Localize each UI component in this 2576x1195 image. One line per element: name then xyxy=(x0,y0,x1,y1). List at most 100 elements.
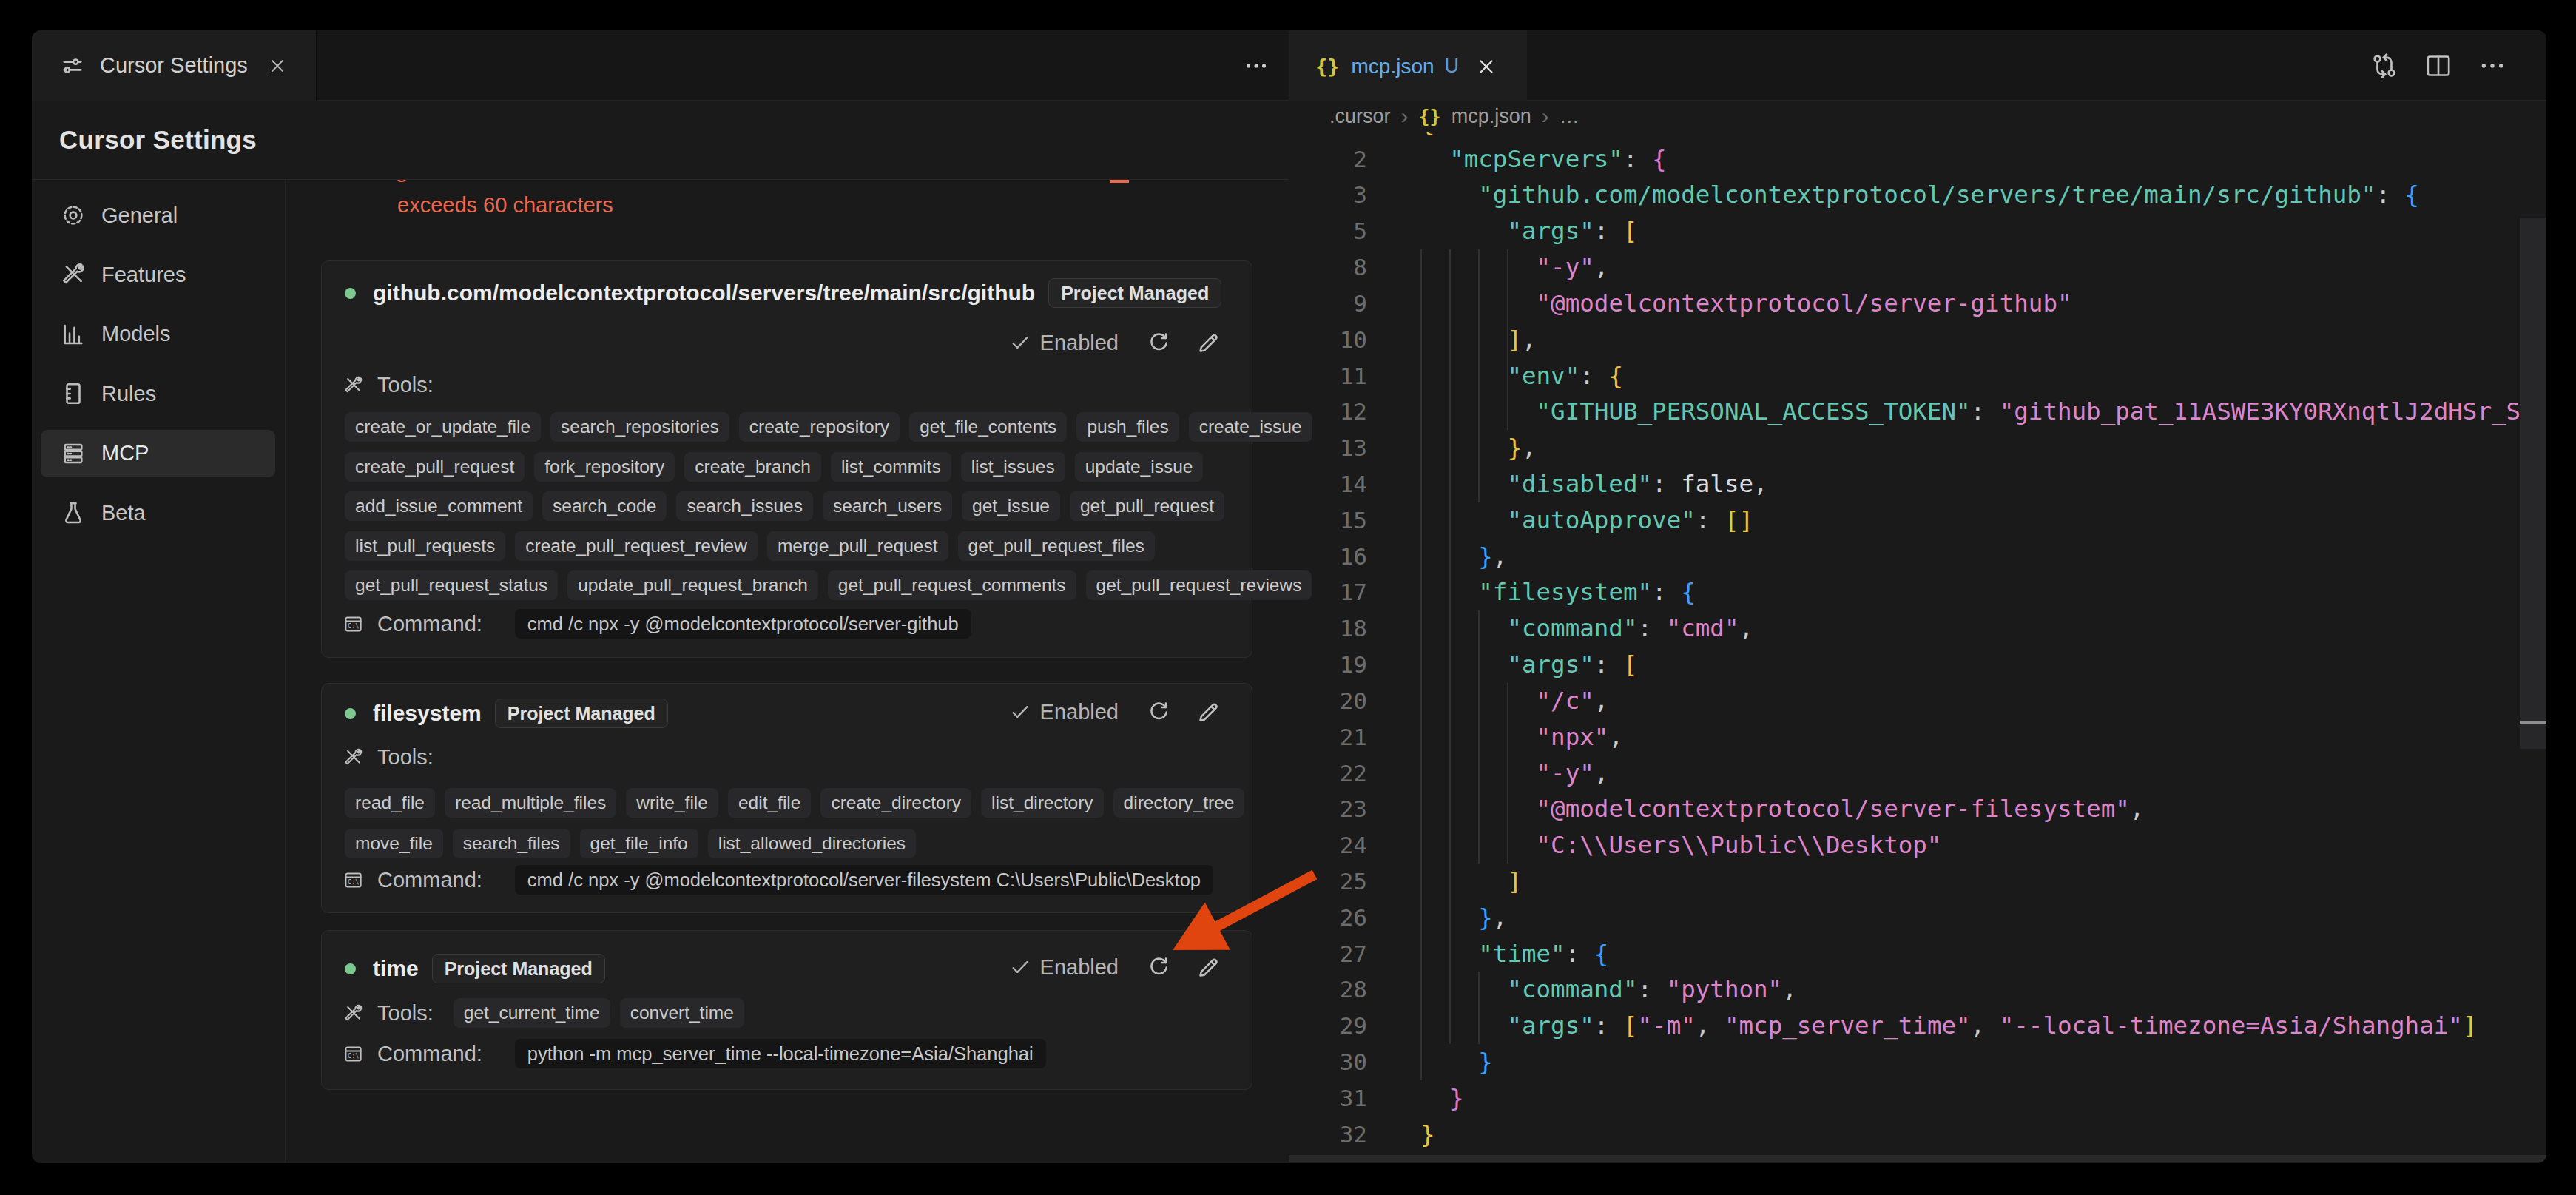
tool-chip: read_file xyxy=(345,788,435,818)
sidebar-item-label: Features xyxy=(101,263,186,287)
tools-icon xyxy=(343,1003,363,1023)
line-number: 27 xyxy=(1289,936,1367,972)
check-icon xyxy=(1009,331,1031,354)
code-line-12: 12 "GITHUB_PERSONAL_ACCESS_TOKEN": "gith… xyxy=(1289,394,2546,430)
chevron-right-icon: › xyxy=(1542,104,1549,129)
line-number: 23 xyxy=(1289,791,1367,827)
code-editor[interactable]: 1{2 "mcpServers": {3 "github.com/modelco… xyxy=(1289,30,2546,1163)
mcp-server-card-time: time Project Managed Enabled Tools: get_… xyxy=(321,930,1252,1090)
code-line-29: 29 "args": ["-m", "mcp_server_time", "--… xyxy=(1289,1008,2546,1044)
command-value: cmd /c npx -y @modelcontextprotocol/serv… xyxy=(515,865,1213,895)
code-line-23: 23 "@modelcontextprotocol/server-filesys… xyxy=(1289,791,2546,827)
command-value: cmd /c npx -y @modelcontextprotocol/serv… xyxy=(515,609,971,639)
tab-label: Cursor Settings xyxy=(100,53,248,78)
divider xyxy=(285,180,286,1163)
tool-chip: create_pull_request_review xyxy=(515,531,758,561)
line-number: 24 xyxy=(1289,827,1367,864)
sidebar-item-rules[interactable]: Rules xyxy=(41,370,275,417)
tool-chip: get_issue xyxy=(962,491,1060,521)
managed-badge: Project Managed xyxy=(432,954,605,983)
breadcrumb-more[interactable]: … xyxy=(1560,105,1579,128)
tool-chip: get_pull_request_comments xyxy=(828,570,1076,600)
refresh-icon[interactable] xyxy=(1147,955,1171,980)
editor-actions-more-icon[interactable] xyxy=(1223,30,1289,101)
sidebar-item-label: Beta xyxy=(101,501,146,525)
vertical-scrollbar[interactable] xyxy=(2520,218,2546,749)
edit-icon[interactable] xyxy=(1196,331,1221,355)
refresh-icon[interactable] xyxy=(1147,700,1171,724)
line-number: 32 xyxy=(1289,1117,1367,1153)
enabled-label[interactable]: Enabled xyxy=(1040,700,1119,724)
tool-chip: get_pull_request_status xyxy=(345,570,558,600)
code-line-16: 16 }, xyxy=(1289,539,2546,575)
edit-icon[interactable] xyxy=(1196,955,1221,980)
line-number: 19 xyxy=(1289,647,1367,683)
tool-chip: move_file xyxy=(345,829,443,858)
line-number: 22 xyxy=(1289,755,1367,792)
tool-chip-row: list_pull_requestscreate_pull_request_re… xyxy=(345,531,1155,561)
tool-chip: search_code xyxy=(542,491,667,521)
command-value: python -m mcp_server_time --local-timezo… xyxy=(515,1039,1046,1068)
code-line-27: 27 "time": { xyxy=(1289,936,2546,972)
sidebar-item-general[interactable]: General xyxy=(41,192,275,239)
tool-chip-row: create_or_update_filesearch_repositories… xyxy=(345,412,1312,442)
command-row: C:\ Command: python -m mcp_server_time -… xyxy=(343,1039,1046,1068)
line-number: 11 xyxy=(1289,358,1367,394)
line-number: 18 xyxy=(1289,610,1367,647)
line-number: 28 xyxy=(1289,972,1367,1008)
tab-cursor-settings[interactable]: Cursor Settings xyxy=(32,30,317,101)
clipped-error-fragment xyxy=(1110,180,1129,183)
close-tab-icon[interactable] xyxy=(267,55,288,76)
indent-guide xyxy=(1420,249,1422,1080)
line-number: 5 xyxy=(1289,213,1367,249)
code-line-26: 26 }, xyxy=(1289,900,2546,936)
tools-row: Tools: xyxy=(343,742,434,772)
line-number: 10 xyxy=(1289,322,1367,358)
sidebar-item-label: Models xyxy=(101,322,171,346)
check-icon xyxy=(1009,701,1031,723)
command-row: C:\ Command: cmd /c npx -y @modelcontext… xyxy=(343,865,1213,895)
code-line-17: 17 "filesystem": { xyxy=(1289,574,2546,610)
chart-icon xyxy=(61,322,86,347)
line-number: 31 xyxy=(1289,1080,1367,1117)
tool-chip: search_issues xyxy=(676,491,813,521)
sidebar-item-features[interactable]: Features xyxy=(41,251,275,298)
tool-chip: list_commits xyxy=(831,452,951,482)
rules-icon xyxy=(61,381,86,406)
tool-chip: create_branch xyxy=(684,452,821,482)
svg-text:C:\: C:\ xyxy=(348,1051,359,1059)
tools-row: Tools: get_current_timeconvert_time xyxy=(343,998,744,1028)
clipped-error-line: github.com/modelcontextprotocol/servers/… xyxy=(396,180,594,184)
code-line-18: 18 "command": "cmd", xyxy=(1289,610,2546,647)
line-number: 26 xyxy=(1289,900,1367,936)
server-header: github.com/modelcontextprotocol/servers/… xyxy=(345,277,1221,309)
enabled-label[interactable]: Enabled xyxy=(1040,331,1119,355)
code-line-11: 11 "env": { xyxy=(1289,358,2546,394)
sidebar-item-mcp[interactable]: MCP xyxy=(41,430,275,477)
tool-chip: get_file_info xyxy=(580,829,698,858)
horizontal-scrollbar[interactable] xyxy=(1289,1155,2546,1162)
tool-chip: create_pull_request xyxy=(345,452,525,482)
sidebar-item-beta[interactable]: Beta xyxy=(41,489,275,536)
code-line-5: 5 "args": [ xyxy=(1289,213,2546,249)
managed-badge: Project Managed xyxy=(1048,278,1221,308)
indent-guide xyxy=(1449,249,1451,1044)
refresh-icon[interactable] xyxy=(1147,331,1171,355)
tool-chip: create_repository xyxy=(739,412,900,442)
server-controls: Enabled xyxy=(1009,697,1221,727)
indent-guide xyxy=(1478,972,1480,1044)
breadcrumb-file[interactable]: mcp.json xyxy=(1451,105,1531,128)
tools-label: Tools: xyxy=(377,1001,434,1026)
line-number: 13 xyxy=(1289,430,1367,466)
gear-icon xyxy=(61,203,86,228)
server-name: github.com/modelcontextprotocol/servers/… xyxy=(373,280,1035,306)
breadcrumb-folder[interactable]: .cursor xyxy=(1329,105,1391,128)
tool-chip: directory_tree xyxy=(1113,788,1245,818)
line-number: 9 xyxy=(1289,286,1367,322)
scrollbar-marker xyxy=(2520,721,2546,724)
sidebar-item-models[interactable]: Models xyxy=(41,311,275,358)
enabled-label[interactable]: Enabled xyxy=(1040,955,1119,980)
code-line-2: 2 "mcpServers": { xyxy=(1289,141,2546,178)
edit-icon[interactable] xyxy=(1196,700,1221,724)
tool-chip: get_pull_request_reviews xyxy=(1086,570,1312,600)
